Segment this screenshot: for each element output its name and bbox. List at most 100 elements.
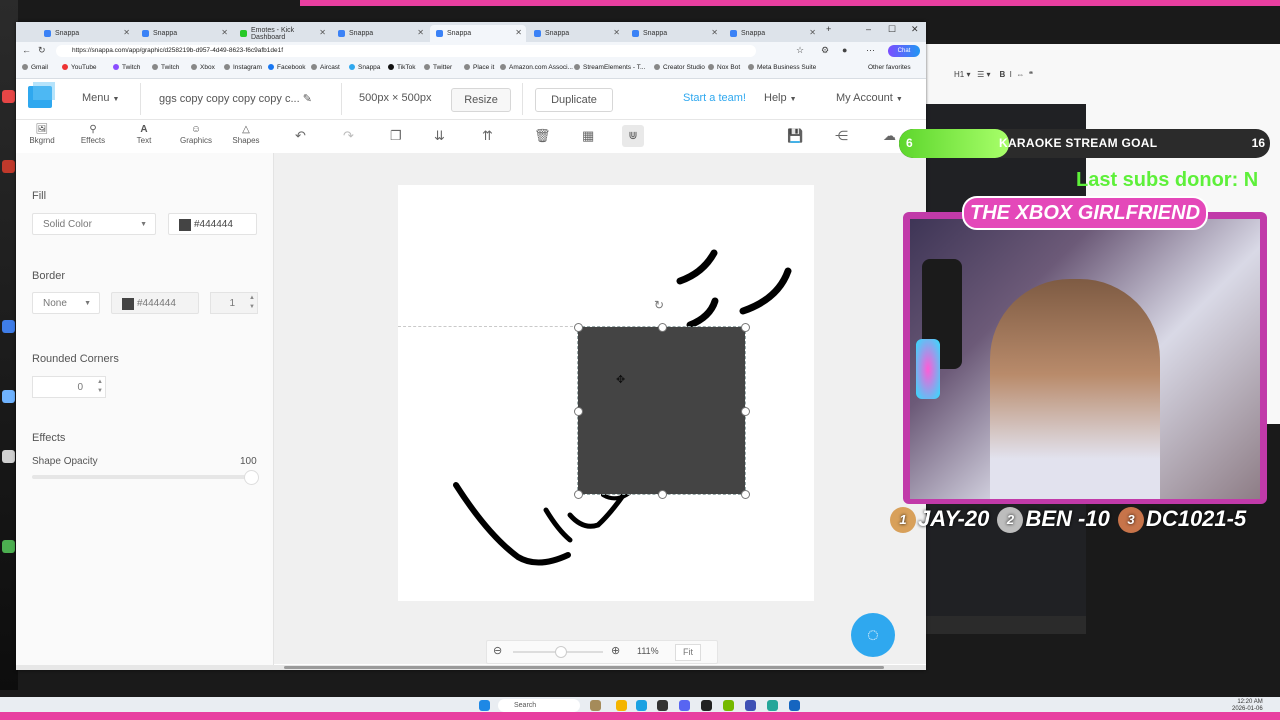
discord-icon[interactable]: [679, 700, 690, 711]
other-favorites[interactable]: Other favorites: [868, 64, 911, 71]
bookmark-item[interactable]: Aircast: [311, 64, 340, 71]
browser-tab[interactable]: Snappa ✕: [38, 25, 134, 42]
border-color-field[interactable]: #444444: [111, 292, 199, 314]
bookmark-item[interactable]: Amazon.com Associ...: [500, 64, 573, 71]
browser-tab[interactable]: Snappa ✕: [430, 25, 526, 42]
close-tab-icon[interactable]: ✕: [417, 28, 424, 37]
artboard[interactable]: ↻ ✥: [398, 185, 814, 601]
reload-icon[interactable]: ↻: [38, 45, 46, 56]
bookmark-item[interactable]: YouTube: [62, 64, 97, 71]
fit-button[interactable]: Fit: [675, 644, 701, 661]
resize-handle[interactable]: [658, 323, 667, 332]
resize-handle[interactable]: [741, 323, 750, 332]
bookmark-item[interactable]: TikTok: [388, 64, 416, 71]
opacity-slider-track[interactable]: [32, 475, 254, 479]
fill-color-field[interactable]: #444444: [168, 213, 257, 235]
download-icon[interactable]: ☁: [883, 128, 896, 144]
bookmark-item[interactable]: Creator Studio: [654, 64, 705, 71]
bookmark-item[interactable]: Twitch: [152, 64, 179, 71]
save-icon[interactable]: 💾: [787, 128, 803, 144]
bookmark-item[interactable]: Gmail: [22, 64, 48, 71]
bookmark-item[interactable]: StreamElements - T...: [574, 64, 645, 71]
maximize-icon[interactable]: ☐: [888, 24, 896, 35]
resize-handle[interactable]: [741, 490, 750, 499]
pencil-icon[interactable]: ✎: [303, 93, 312, 105]
bring-forward-icon[interactable]: ⇈: [482, 128, 493, 144]
extensions-icon[interactable]: ⚙: [821, 45, 829, 56]
border-width-stepper[interactable]: 1 ▲ ▼: [210, 292, 258, 314]
desktop-app-icon[interactable]: [2, 90, 15, 103]
system-clock[interactable]: 12:20 AM 2026-01-06: [1232, 699, 1263, 713]
resize-handle[interactable]: [574, 323, 583, 332]
delete-icon[interactable]: 🗑: [534, 128, 551, 144]
resize-handle[interactable]: [741, 407, 750, 416]
menu-button[interactable]: Menu ▼: [82, 92, 119, 104]
browser-tab[interactable]: Snappa ✕: [626, 25, 722, 42]
close-tab-icon[interactable]: ✕: [613, 28, 620, 37]
border-type-select[interactable]: None ▼: [32, 292, 100, 314]
resize-button[interactable]: Resize: [451, 88, 511, 112]
zoom-out-icon[interactable]: ⊖: [493, 644, 502, 657]
opacity-slider-handle[interactable]: [244, 470, 259, 485]
close-tab-icon[interactable]: ✕: [319, 28, 326, 37]
rotate-handle-icon[interactable]: ↻: [654, 298, 664, 312]
help-menu[interactable]: Help ▼: [764, 92, 797, 104]
more-menu-icon[interactable]: ⋯: [866, 45, 875, 56]
grid-icon[interactable]: ▦: [582, 128, 594, 144]
start-icon[interactable]: [479, 700, 490, 711]
document-title[interactable]: ggs copy copy copy copy c... ✎: [159, 92, 312, 105]
url-field[interactable]: https://snappa.com/app/graphic/d258219b-…: [56, 45, 756, 57]
close-window-icon[interactable]: ✕: [911, 24, 919, 35]
new-tab-icon[interactable]: +: [826, 24, 831, 34]
tool-effects[interactable]: ⚲ Effects: [68, 124, 118, 145]
close-tab-icon[interactable]: ✕: [711, 28, 718, 37]
redo-icon[interactable]: ↷: [343, 128, 354, 144]
taskbar-app-icon[interactable]: [745, 700, 756, 711]
duplicate-button[interactable]: Duplicate: [535, 88, 613, 112]
zoom-slider-handle[interactable]: [555, 646, 567, 658]
bookmark-item[interactable]: Facebook: [268, 64, 306, 71]
browser-tab[interactable]: Snappa ✕: [528, 25, 624, 42]
resize-handle[interactable]: [574, 490, 583, 499]
browser-tab[interactable]: Snappa ✕: [724, 25, 820, 42]
fill-type-select[interactable]: Solid Color ▼: [32, 213, 156, 235]
bookmark-item[interactable]: Twitter: [424, 64, 452, 71]
start-team-link[interactable]: Start a team!: [683, 92, 746, 104]
account-menu[interactable]: My Account ▼: [836, 92, 903, 104]
close-tab-icon[interactable]: ✕: [809, 28, 816, 37]
taskbar-app-icon[interactable]: [701, 700, 712, 711]
nvidia-icon[interactable]: [723, 700, 734, 711]
browser-tab[interactable]: Snappa ✕: [332, 25, 428, 42]
share-icon[interactable]: ⋲: [835, 128, 848, 144]
copilot-chat-button[interactable]: Chat: [888, 45, 920, 57]
selected-rectangle-shape[interactable]: [577, 326, 746, 495]
back-icon[interactable]: ←: [22, 45, 31, 55]
bookmark-item[interactable]: Xbox: [191, 64, 215, 71]
bookmark-item[interactable]: Snappa: [349, 64, 380, 71]
horizontal-scrollbar[interactable]: [16, 665, 926, 670]
taskbar-app-icon[interactable]: [590, 700, 601, 711]
desktop-app-icon[interactable]: [2, 540, 15, 553]
browser-tab[interactable]: Emotes - Kick Dashboard ✕: [234, 25, 330, 42]
undo-icon[interactable]: ↶: [295, 128, 306, 144]
scrollbar-thumb[interactable]: [284, 666, 884, 669]
tool-graphics[interactable]: ☺ Graphics: [171, 124, 221, 145]
snappa-logo[interactable]: [28, 82, 55, 108]
chat-support-icon[interactable]: ◌: [851, 613, 895, 657]
taskbar-app-icon[interactable]: [789, 700, 800, 711]
bookmark-item[interactable]: Instagram: [224, 64, 262, 71]
rounded-corners-stepper[interactable]: 0 ▲ ▼: [32, 376, 106, 398]
close-tab-icon[interactable]: ✕: [123, 28, 130, 37]
bookmark-item[interactable]: Meta Business Suite: [748, 64, 816, 71]
zoom-in-icon[interactable]: ⊕: [611, 644, 620, 657]
resize-handle[interactable]: [574, 407, 583, 416]
edge-icon[interactable]: [636, 700, 647, 711]
tool-shapes[interactable]: △ Shapes: [221, 124, 271, 145]
bookmark-item[interactable]: Twitch: [113, 64, 140, 71]
snap-magnet-icon[interactable]: ⋓: [622, 125, 644, 147]
taskbar-search[interactable]: Search: [498, 699, 580, 712]
favorite-star-icon[interactable]: ☆: [796, 45, 804, 56]
profile-icon[interactable]: ●: [842, 45, 847, 55]
taskbar-app-icon[interactable]: [767, 700, 778, 711]
desktop-app-icon[interactable]: [2, 320, 15, 333]
